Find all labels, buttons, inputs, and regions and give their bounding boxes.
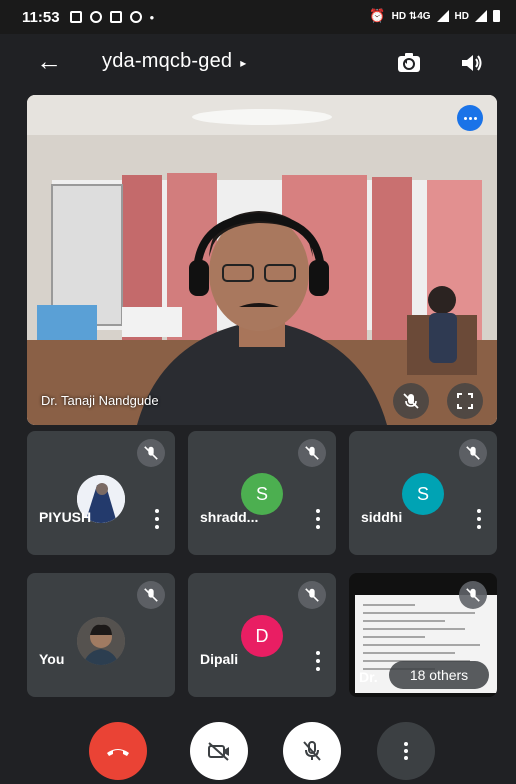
presenter-video bbox=[27, 95, 497, 425]
mic-muted-icon bbox=[459, 581, 487, 609]
avatar-initial: S bbox=[255, 483, 268, 504]
dot-icon: ● bbox=[149, 12, 155, 22]
more-options-icon[interactable] bbox=[477, 509, 481, 529]
meeting-code[interactable]: yda-mqcb-ged ▸ bbox=[102, 50, 246, 73]
speaker-icon[interactable] bbox=[458, 50, 484, 76]
fullscreen-button[interactable] bbox=[447, 383, 483, 419]
mic-toggle-button[interactable] bbox=[283, 722, 341, 780]
mic-muted-icon bbox=[459, 439, 487, 467]
others-tile[interactable]: Dr. 18 others bbox=[349, 573, 497, 697]
globe-icon bbox=[129, 11, 142, 23]
participant-tile-dipali[interactable]: D Dipali bbox=[188, 573, 336, 697]
main-video-tile[interactable]: Dr. Tanaji Nandgude bbox=[27, 95, 497, 425]
notification-icons: ● bbox=[69, 11, 155, 23]
gallery-icon bbox=[109, 11, 122, 23]
network-label: HD ⇅4G bbox=[391, 10, 431, 22]
others-count-text: 18 others bbox=[409, 667, 469, 683]
mic-muted-icon bbox=[137, 581, 165, 609]
speaking-indicator-icon bbox=[457, 105, 483, 131]
signal-icon bbox=[436, 10, 449, 22]
meet-call-screen: 11:53 ● ⏰ HD ⇅4G HD ← yda-mqcb-ged ▸ Dr.… bbox=[0, 0, 516, 784]
participant-name: Dipali bbox=[200, 651, 239, 667]
mic-off-icon bbox=[303, 741, 321, 761]
others-count-badge[interactable]: 18 others bbox=[389, 661, 489, 689]
fullscreen-icon bbox=[457, 393, 473, 409]
more-options-icon[interactable] bbox=[316, 509, 320, 529]
system-icons: ⏰ HD ⇅4G HD bbox=[369, 8, 500, 24]
avatar-initial: S bbox=[416, 483, 429, 504]
mic-muted-icon bbox=[393, 383, 429, 419]
participant-tile-piyush[interactable]: PIYUSH bbox=[27, 431, 175, 555]
camera-toggle-button[interactable] bbox=[190, 722, 248, 780]
switch-camera-icon[interactable] bbox=[396, 50, 422, 76]
call-controls bbox=[0, 704, 516, 784]
message-icon bbox=[69, 11, 82, 23]
network-label-2: HD bbox=[454, 10, 469, 22]
participant-name: siddhi bbox=[361, 509, 403, 525]
mic-muted-icon bbox=[298, 439, 326, 467]
sync-icon bbox=[89, 11, 102, 23]
status-bar: 11:53 ● ⏰ HD ⇅4G HD bbox=[0, 0, 516, 34]
participant-name: shradd... bbox=[200, 509, 259, 525]
participant-name: PIYUSH bbox=[39, 509, 92, 525]
avatar bbox=[77, 617, 125, 665]
end-call-button[interactable] bbox=[89, 722, 147, 780]
back-arrow-icon[interactable]: ← bbox=[36, 48, 62, 74]
caret-icon: ▸ bbox=[240, 56, 247, 70]
more-options-button[interactable] bbox=[377, 722, 435, 780]
mic-muted-icon bbox=[137, 439, 165, 467]
camera-off-icon bbox=[208, 742, 229, 761]
more-vert-icon bbox=[404, 742, 408, 760]
hang-up-icon bbox=[107, 749, 129, 756]
presenter-name: Dr. Tanaji Nandgude bbox=[41, 393, 159, 408]
participant-name: You bbox=[39, 651, 65, 667]
mic-muted-icon bbox=[298, 581, 326, 609]
signal-icon-2 bbox=[475, 10, 487, 22]
participant-name: Dr. bbox=[359, 669, 378, 685]
battery-icon bbox=[493, 10, 500, 22]
participant-tile-you[interactable]: You bbox=[27, 573, 175, 697]
participant-tile-shradd[interactable]: S shradd... bbox=[188, 431, 336, 555]
more-options-icon[interactable] bbox=[316, 651, 320, 671]
more-options-icon[interactable] bbox=[155, 509, 159, 529]
meeting-code-text: yda-mqcb-ged bbox=[102, 50, 233, 72]
avatar: D bbox=[241, 615, 283, 657]
status-time: 11:53 bbox=[22, 8, 60, 26]
participant-tile-siddhi[interactable]: S siddhi bbox=[349, 431, 497, 555]
alarm-icon: ⏰ bbox=[369, 8, 386, 23]
avatar: S bbox=[402, 473, 444, 515]
meeting-header: ← yda-mqcb-ged ▸ bbox=[0, 34, 516, 92]
avatar-initial: D bbox=[255, 625, 269, 646]
